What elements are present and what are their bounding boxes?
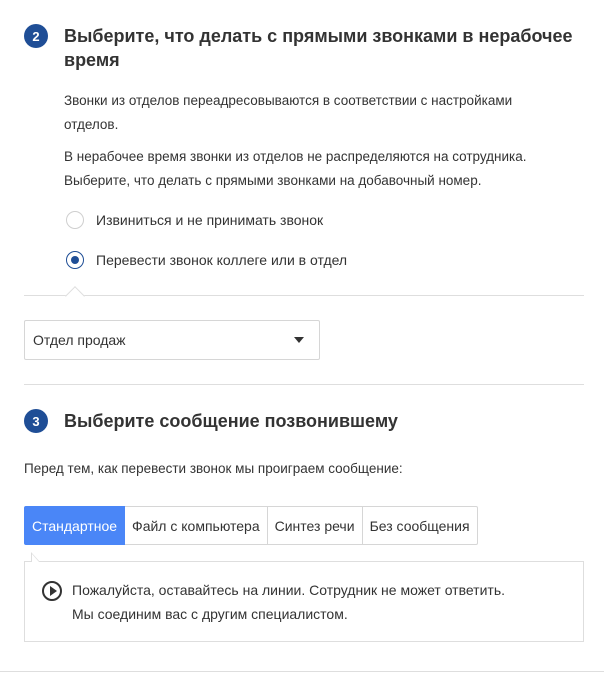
- radio-button[interactable]: [66, 211, 84, 229]
- pointer-notch: [65, 286, 85, 306]
- option-transfer-colleague[interactable]: Перевести звонок коллеге или в отдел: [66, 251, 347, 269]
- step-2-title: Выберите, что делать с прямыми звонками …: [64, 24, 573, 72]
- note-line: Звонки из отделов переадресовываются в с…: [64, 93, 513, 108]
- bottom-divider: [0, 671, 604, 672]
- step-2-title-line2: время: [64, 50, 120, 70]
- note-line: Выберите, что делать с прямыми звонками …: [64, 173, 482, 188]
- tab-speech-synthesis[interactable]: Синтез речи: [267, 506, 363, 545]
- option-apologize-decline[interactable]: Извиниться и не принимать звонок: [66, 211, 323, 229]
- message-box-notch-inner: [32, 554, 39, 562]
- step-2-title-line1: Выберите, что делать с прямыми звонками …: [64, 26, 573, 46]
- note-line: отделов.: [64, 117, 119, 132]
- message-type-tabs: Стандартное Файл с компьютера Синтез реч…: [24, 506, 478, 545]
- message-intro: Перед тем, как перевести звонок мы проиг…: [24, 461, 403, 476]
- play-circle-icon[interactable]: [42, 581, 62, 601]
- departments-redirect-note: Звонки из отделов переадресовываются в с…: [64, 89, 512, 137]
- tab-standard[interactable]: Стандартное: [24, 506, 126, 545]
- radio-button-selected[interactable]: [66, 251, 84, 269]
- step-2-badge: 2: [24, 24, 48, 48]
- divider: [24, 384, 584, 385]
- step-3-badge: 3: [24, 409, 48, 433]
- select-value: Отдел продаж: [33, 332, 126, 348]
- message-line: Мы соединим вас с другим специалистом.: [72, 606, 348, 622]
- option-label: Перевести звонок коллеге или в отдел: [96, 252, 348, 268]
- play-triangle: [49, 586, 57, 596]
- message-preview-text: Пожалуйста, оставайтесь на линии. Сотруд…: [72, 578, 505, 626]
- after-hours-note: В нерабочее время звонки из отделов не р…: [64, 145, 527, 193]
- step-3-title: Выберите сообщение позвонившему: [64, 411, 398, 431]
- tab-no-message[interactable]: Без сообщения: [362, 506, 478, 545]
- note-line: В нерабочее время звонки из отделов не р…: [64, 149, 527, 164]
- caret-down-icon: [294, 337, 304, 343]
- divider: [24, 295, 584, 296]
- tab-file-from-computer[interactable]: Файл с компьютера: [125, 506, 268, 545]
- radio-dot: [71, 256, 79, 264]
- department-select[interactable]: Отдел продаж: [24, 320, 320, 360]
- option-label: Извиниться и не принимать звонок: [96, 212, 324, 228]
- message-line: Пожалуйста, оставайтесь на линии. Сотруд…: [72, 582, 506, 598]
